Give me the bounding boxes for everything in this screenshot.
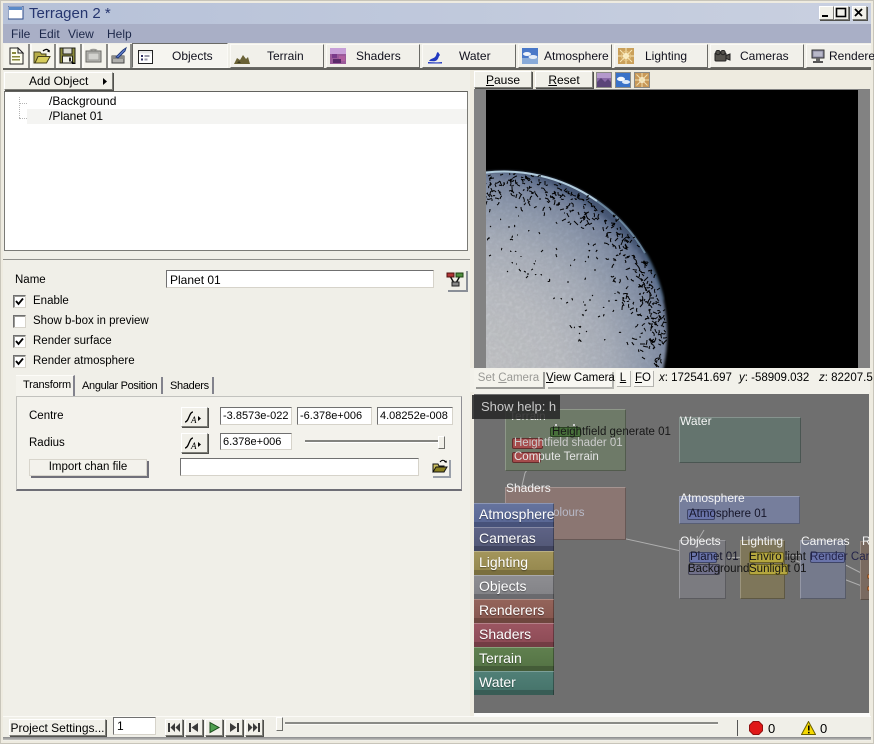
svg-text:A: A: [190, 415, 197, 425]
svg-text:A: A: [190, 441, 197, 451]
